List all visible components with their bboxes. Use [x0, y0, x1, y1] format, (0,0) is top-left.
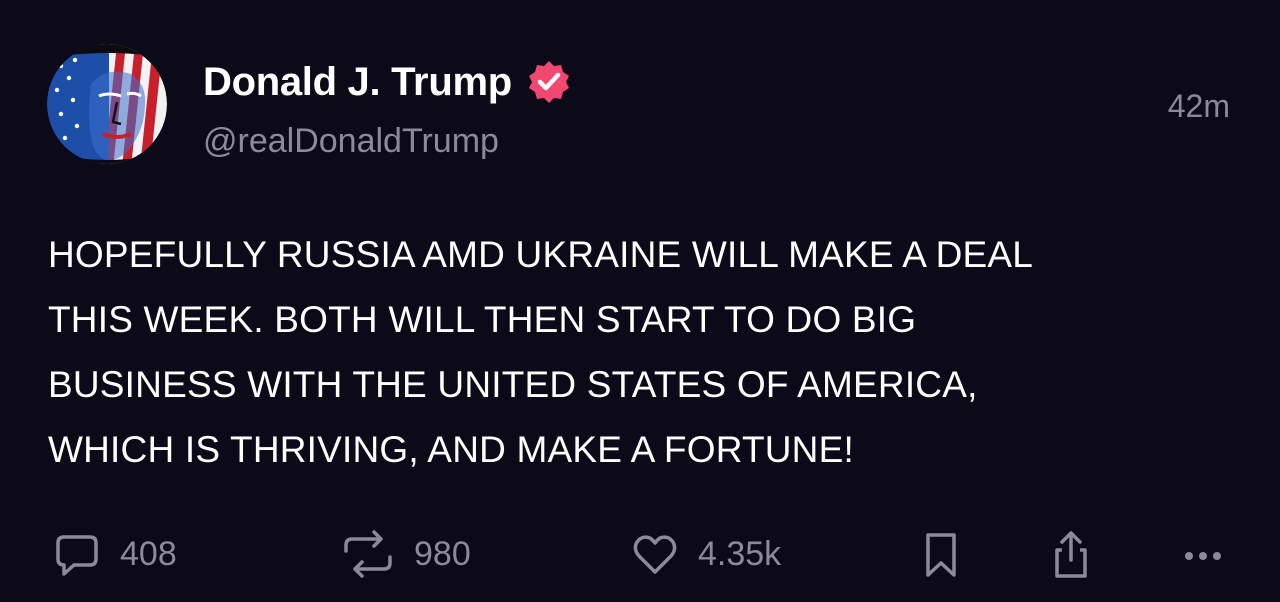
display-name-text[interactable]: Donald J. Trump — [203, 56, 512, 108]
post-body: HOPEFULLY RUSSIA AMD UKRAINE WILL MAKE A… — [48, 234, 1034, 470]
bookmark-icon — [918, 529, 964, 579]
avatar[interactable] — [47, 44, 167, 164]
verified-badge-icon — [526, 59, 572, 105]
user-handle[interactable]: @realDonaldTrump — [203, 118, 499, 164]
repost-button[interactable]: 980 — [340, 524, 471, 584]
bookmark-button[interactable] — [918, 524, 964, 584]
repost-count: 980 — [414, 534, 471, 573]
share-icon — [1048, 528, 1094, 580]
repost-arrows-icon — [340, 529, 396, 579]
share-button[interactable] — [1048, 524, 1094, 584]
post-card: Donald J. Trump @realDonaldTrump 42m HOP… — [0, 0, 1280, 602]
more-options-button[interactable] — [1178, 524, 1228, 584]
display-name[interactable]: Donald J. Trump — [203, 56, 572, 108]
like-count: 4.35k — [698, 534, 782, 573]
speech-bubble-icon — [52, 529, 102, 579]
action-bar: 408 980 4.35k — [0, 524, 1280, 584]
reply-count: 408 — [120, 534, 177, 573]
more-dots-icon — [1178, 529, 1228, 579]
reply-button[interactable]: 408 — [52, 524, 177, 584]
like-button[interactable]: 4.35k — [630, 524, 781, 584]
post-timestamp[interactable]: 42m — [1168, 84, 1230, 128]
heart-icon — [630, 529, 680, 579]
